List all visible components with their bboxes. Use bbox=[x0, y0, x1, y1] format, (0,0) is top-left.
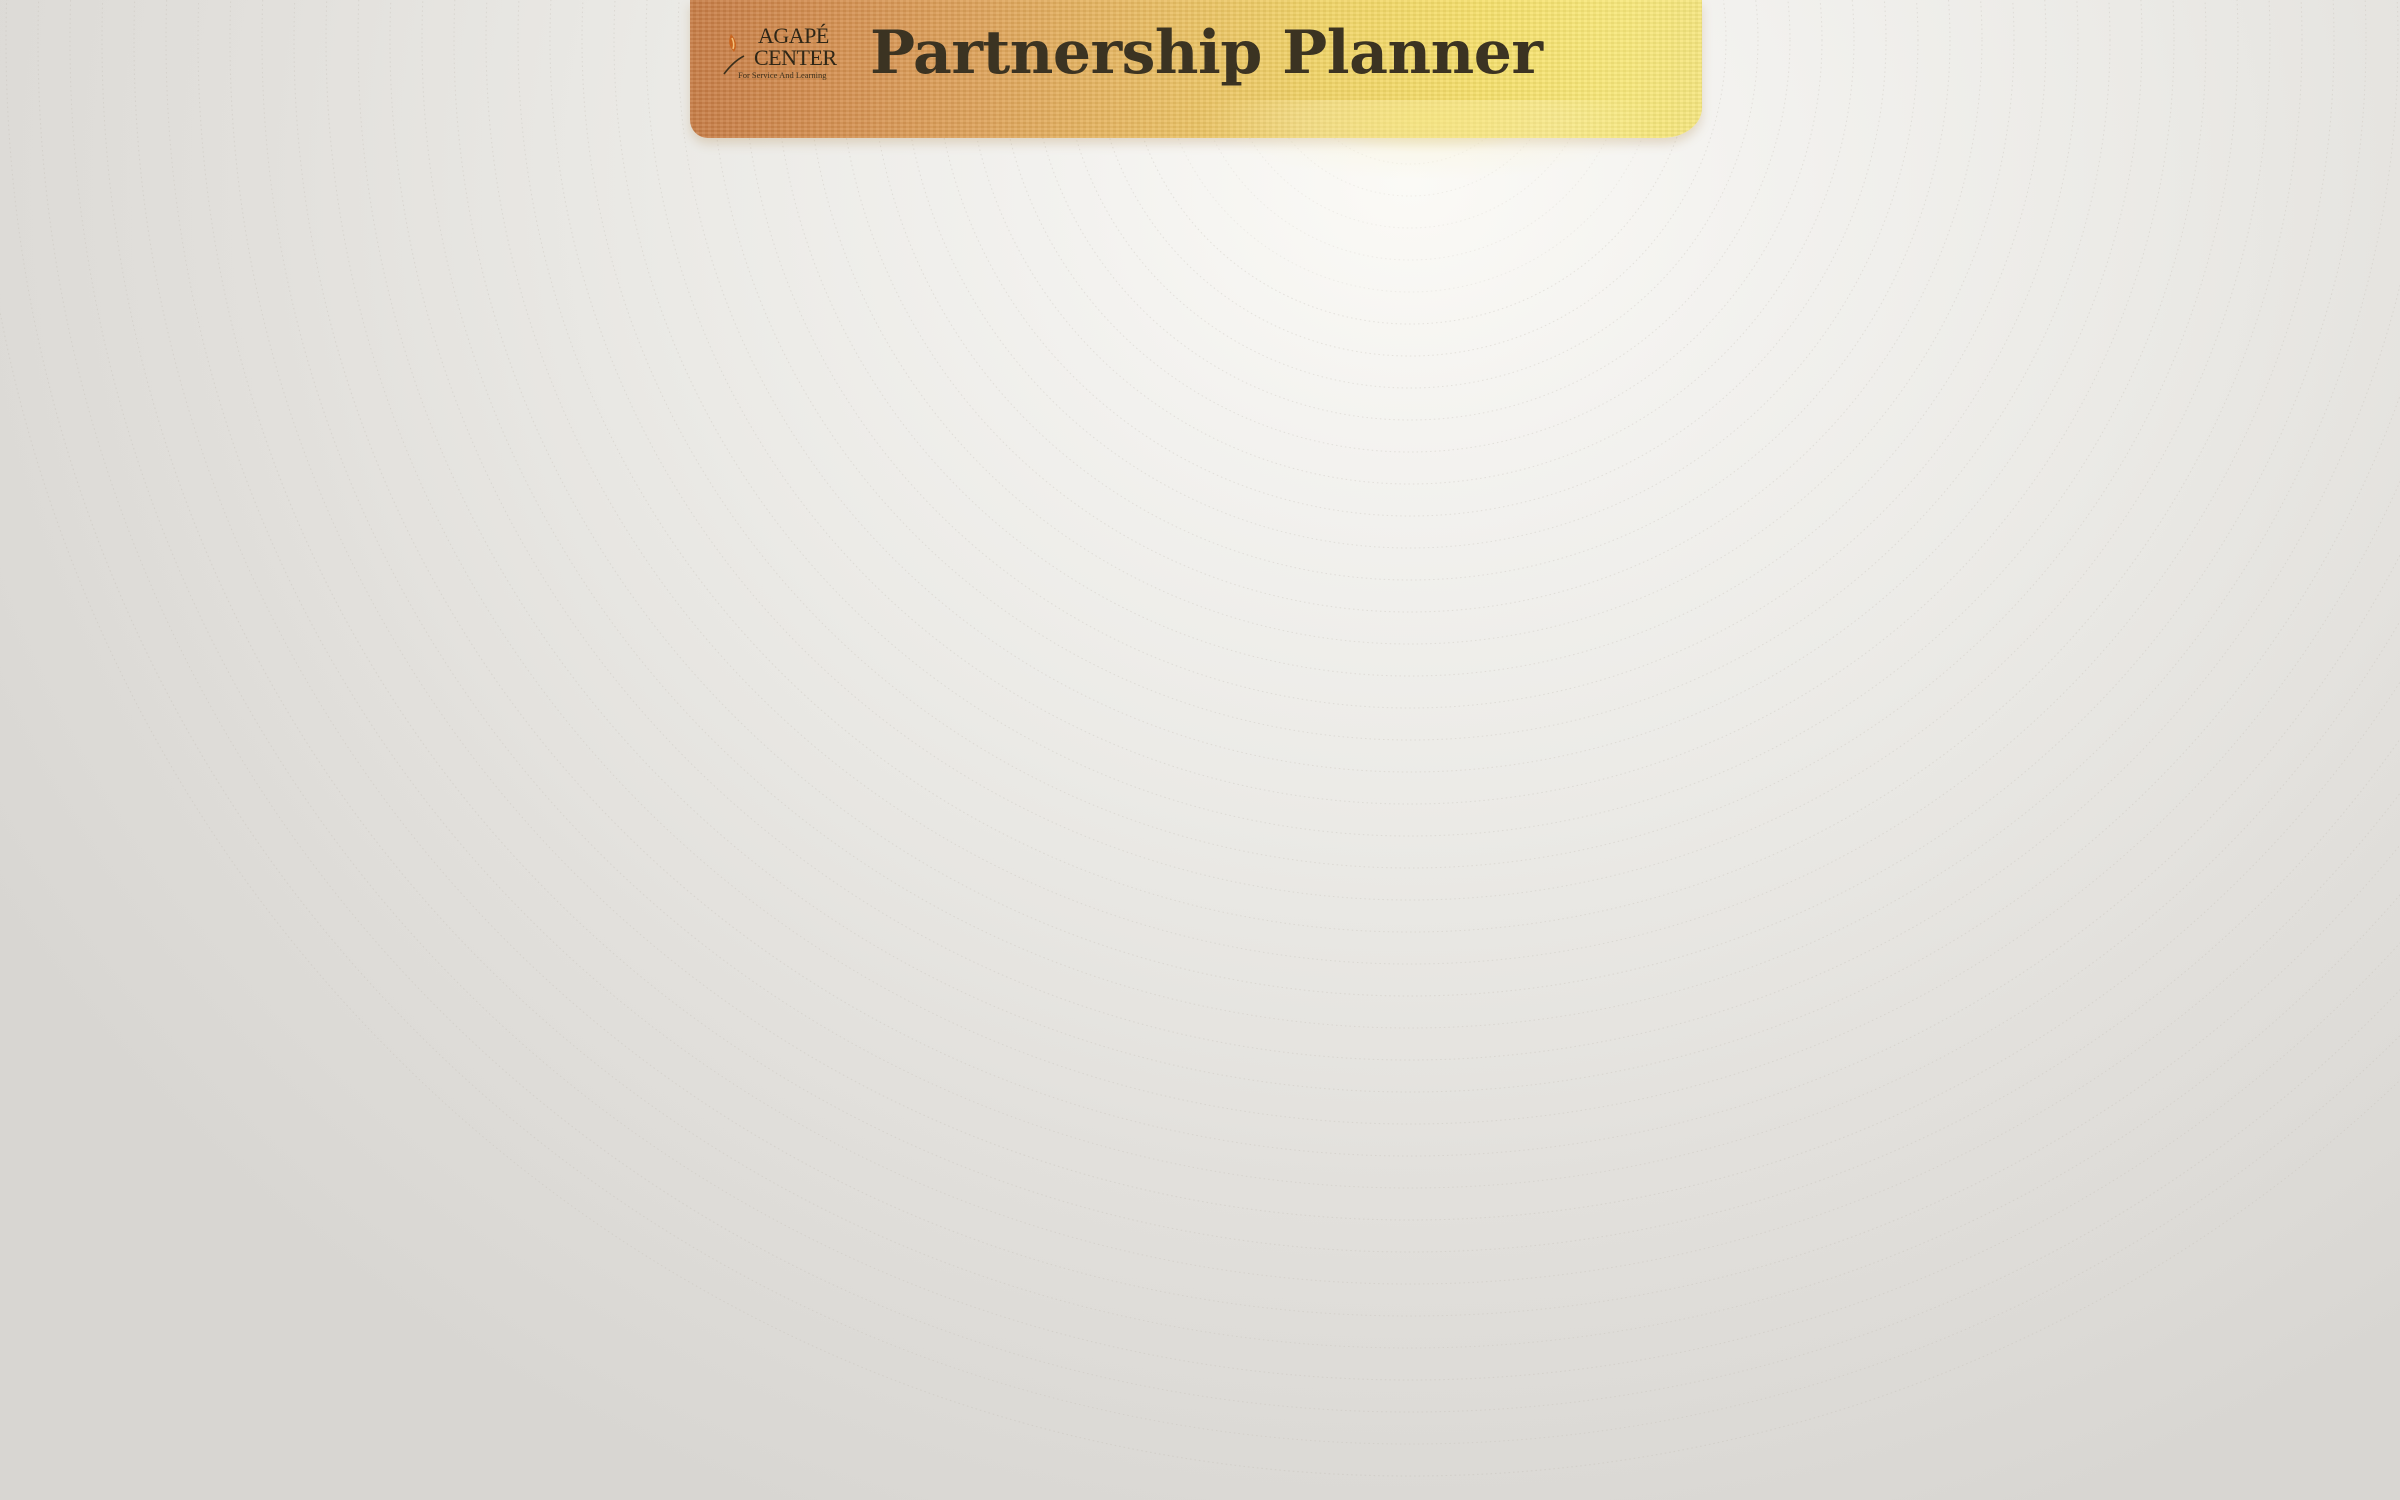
logo-text-center: CENTER bbox=[754, 45, 837, 70]
decorative-ring bbox=[0, 307, 2400, 1477]
page-title: Partnership Planner bbox=[870, 18, 1543, 88]
banner-glow bbox=[1200, 100, 1660, 220]
concentric-ring-pattern bbox=[0, 0, 2400, 1477]
agape-center-logo[interactable]: AGAPÉ CENTER For Service And Learning bbox=[722, 24, 848, 84]
logo-tagline: For Service And Learning bbox=[738, 70, 827, 80]
